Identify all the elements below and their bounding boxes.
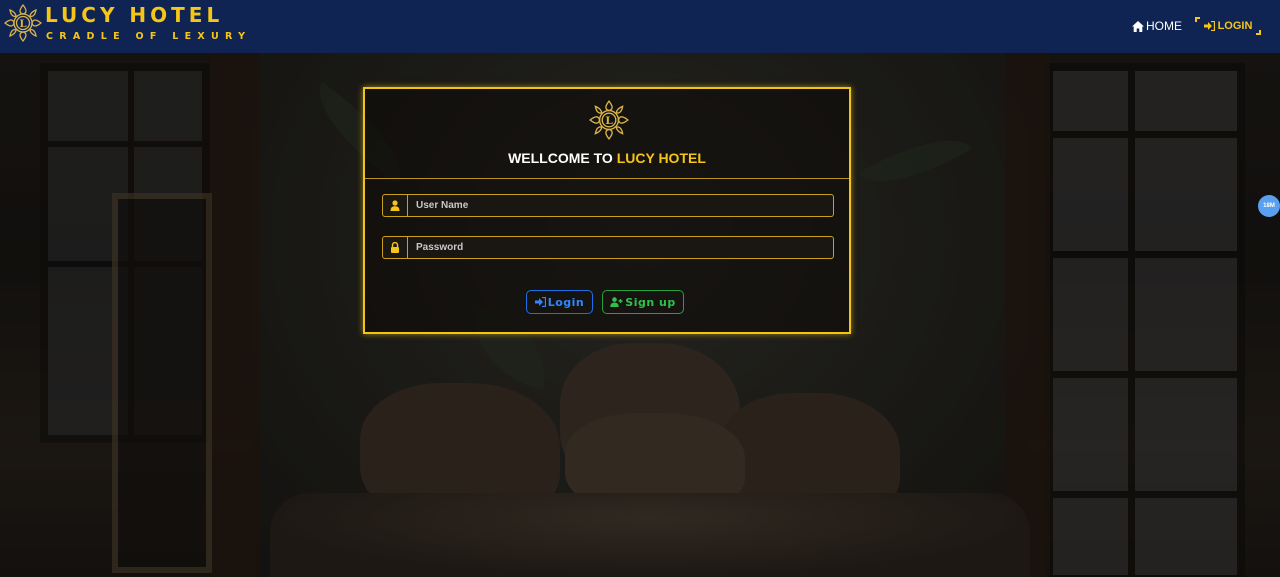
signup-button-label: Sign up: [625, 295, 676, 309]
signup-button[interactable]: Sign up: [602, 290, 684, 314]
sign-in-icon: [534, 297, 546, 307]
login-button[interactable]: Login: [526, 290, 593, 314]
user-icon: [382, 194, 408, 217]
mandala-logo-icon: L: [589, 100, 629, 140]
brand-subtitle: CRADLE OF LEXURY: [46, 31, 252, 42]
login-card: L WELLCOME TO LUCY HOTEL Login: [363, 87, 851, 334]
lock-icon: [382, 236, 408, 259]
password-input[interactable]: [408, 236, 834, 259]
floating-badge[interactable]: 18M: [1258, 195, 1280, 217]
mandala-logo-icon[interactable]: L: [2, 2, 44, 44]
welcome-title: WELLCOME TO LUCY HOTEL: [365, 150, 849, 166]
nav-home-link[interactable]: HOME: [1132, 19, 1182, 33]
username-field: [382, 194, 834, 217]
svg-text:L: L: [19, 19, 26, 30]
nav-login-label: LOGIN: [1217, 20, 1253, 32]
nav-home-label: HOME: [1146, 19, 1182, 33]
welcome-title-prefix: WELLCOME TO: [508, 150, 617, 166]
user-plus-icon: [610, 297, 623, 307]
top-navbar: L LUCY HOTEL CRADLE OF LEXURY HOME LOGIN: [0, 0, 1280, 53]
sign-in-icon: [1203, 21, 1215, 31]
password-field: [382, 236, 834, 259]
home-icon: [1132, 20, 1144, 32]
nav-login-button[interactable]: LOGIN: [1195, 17, 1261, 35]
svg-text:L: L: [605, 115, 613, 127]
login-card-header: L WELLCOME TO LUCY HOTEL: [365, 89, 849, 179]
username-input[interactable]: [408, 194, 834, 217]
login-button-label: Login: [547, 295, 585, 309]
welcome-title-hotel: LUCY HOTEL: [616, 150, 706, 166]
brand-title: LUCY HOTEL: [45, 3, 224, 27]
